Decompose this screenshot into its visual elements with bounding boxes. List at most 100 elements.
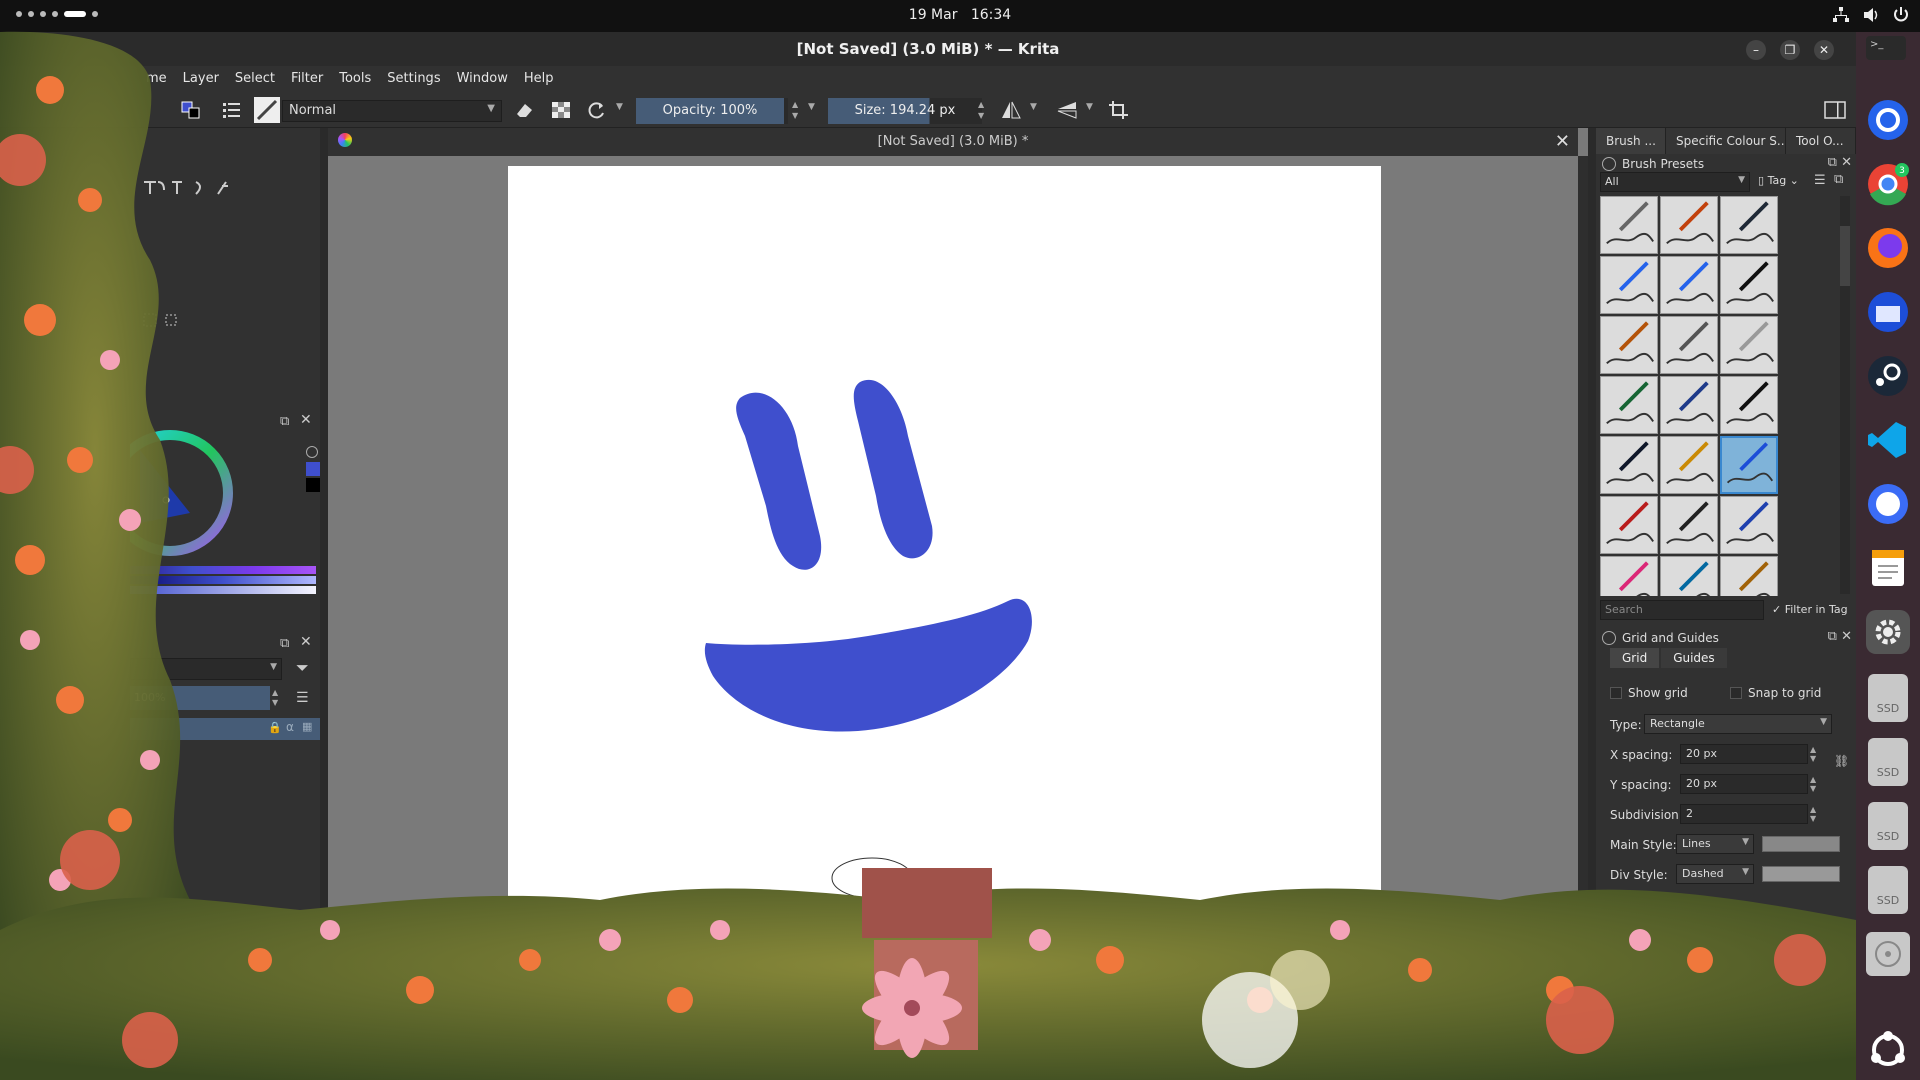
ssd-drive-icon[interactable]: SSD <box>1868 866 1908 914</box>
view-mode-icon[interactable]: ☰ <box>1814 173 1826 188</box>
tag-button[interactable]: ▯ Tag ⌄ <box>1758 174 1799 187</box>
brush-preset-thumbnail[interactable] <box>1720 316 1778 374</box>
show-apps-icon[interactable] <box>1866 1028 1910 1072</box>
subdivision-spinner[interactable]: ▲ ▼ <box>1810 805 1816 823</box>
clock[interactable]: 19 Mar 16:34 <box>0 7 1920 23</box>
network-icon[interactable] <box>1832 6 1850 24</box>
brush-preset-thumbnail[interactable] <box>1720 556 1778 596</box>
show-grid-checkbox[interactable]: Show grid <box>1610 686 1688 700</box>
menu-filter[interactable]: Filter <box>283 71 331 86</box>
link-icon[interactable]: ⛓ <box>1834 754 1849 768</box>
eraser-icon[interactable] <box>514 100 536 120</box>
optical-drive-icon[interactable] <box>1866 932 1910 976</box>
layer-opacity-spinner[interactable]: ▲ ▼ <box>272 688 278 708</box>
color-selector-wheel[interactable] <box>130 428 260 558</box>
opacity-spinner[interactable]: ▲ ▼ <box>792 99 798 121</box>
ssd-drive-icon[interactable]: SSD <box>1868 674 1908 722</box>
subdivision-input[interactable]: 2 <box>1680 804 1808 824</box>
minimize-button[interactable]: – <box>1746 40 1766 60</box>
preserve-alpha-icon[interactable] <box>550 100 572 120</box>
brush-preset-thumbnail[interactable] <box>1600 376 1658 434</box>
preset-search-input[interactable]: Search <box>1600 600 1764 620</box>
tab-tool-options[interactable]: Tool O... <box>1786 128 1856 154</box>
brush-preset-thumbnail[interactable] <box>1600 556 1658 596</box>
filter-in-tag-checkbox[interactable]: ✓ Filter in Tag <box>1772 603 1848 616</box>
maximize-button[interactable]: ❐ <box>1780 40 1800 60</box>
hue-slider[interactable] <box>130 566 316 574</box>
float-docker-icon[interactable]: ⧉ <box>280 636 289 651</box>
close-document-icon[interactable]: ✕ <box>1555 131 1570 152</box>
tab-grid[interactable]: Grid <box>1610 648 1660 668</box>
volume-icon[interactable] <box>1862 6 1880 24</box>
canvas-vertical-scrollbar[interactable] <box>1578 156 1588 938</box>
document-tab[interactable]: [Not Saved] (3.0 MiB) * ✕ <box>328 128 1578 156</box>
y-spacing-input[interactable]: 20 px <box>1680 774 1808 794</box>
window-titlebar[interactable]: [Not Saved] (3.0 MiB) * — Krita – ❐ ✕ <box>0 32 1856 66</box>
brush-preset-thumbnail[interactable] <box>1660 376 1718 434</box>
chevron-down-icon[interactable]: ▼ <box>808 102 815 112</box>
close-button[interactable]: ✕ <box>1814 40 1834 60</box>
menu-settings[interactable]: Settings <box>379 71 448 86</box>
brush-preset-thumbnail[interactable] <box>1720 376 1778 434</box>
menu-image[interactable]: me <box>138 71 175 86</box>
filter-icon[interactable]: ⏷ <box>296 658 309 678</box>
size-slider[interactable]: Size: 194.24 px <box>828 98 982 124</box>
reload-preset-icon[interactable] <box>586 100 608 120</box>
thunderbird-icon[interactable] <box>1866 290 1910 334</box>
x-spacing-input[interactable]: 20 px <box>1680 744 1808 764</box>
y-spacing-spinner[interactable]: ▲ ▼ <box>1810 775 1816 793</box>
background-color-swatch[interactable] <box>306 478 320 492</box>
opacity-slider[interactable]: Opacity: 100% <box>636 98 784 124</box>
chromium-icon[interactable] <box>1866 98 1910 142</box>
close-docker-icon[interactable]: ✕ <box>1841 629 1852 644</box>
brush-preset-icon[interactable] <box>254 97 280 123</box>
ssd-drive-icon[interactable]: SSD <box>1868 802 1908 850</box>
tab-specific-colour-selector[interactable]: Specific Colour S... <box>1666 128 1786 154</box>
snap-to-grid-checkbox[interactable]: Snap to grid <box>1730 686 1821 700</box>
power-icon[interactable] <box>1892 6 1910 24</box>
brush-preset-thumbnail[interactable] <box>1600 196 1658 254</box>
canvas-paper[interactable] <box>508 166 1381 938</box>
main-color-swatch[interactable] <box>1762 836 1840 852</box>
float-docker-icon[interactable]: ⧉ <box>1828 155 1837 170</box>
grid-type-select[interactable]: Rectangle ▼ <box>1644 714 1832 734</box>
tab-guides[interactable]: Guides <box>1661 648 1727 668</box>
close-docker-icon[interactable]: ✕ <box>300 412 312 428</box>
workspace-chooser-icon[interactable] <box>1824 100 1846 120</box>
lock-icon[interactable]: 🔒 <box>268 721 282 734</box>
tab-brush-presets[interactable]: Brush ... <box>1596 128 1666 154</box>
terminal-icon[interactable]: >_ <box>1866 36 1906 60</box>
brush-preset-thumbnail[interactable] <box>1600 496 1658 554</box>
wrap-around-icon[interactable] <box>1108 100 1130 120</box>
layer-row[interactable]: 🔒 α ▦ <box>130 718 320 740</box>
brush-preset-thumbnail[interactable] <box>1660 316 1718 374</box>
preset-scrollbar[interactable] <box>1840 196 1850 594</box>
menu-tools[interactable]: Tools <box>331 71 379 86</box>
text-editor-icon[interactable] <box>1866 546 1910 590</box>
brush-preset-thumbnail[interactable] <box>1720 496 1778 554</box>
steam-icon[interactable] <box>1866 354 1910 398</box>
vscode-icon[interactable] <box>1866 418 1910 462</box>
brush-preset-thumbnail[interactable] <box>1660 556 1718 596</box>
foreground-color-swatch[interactable] <box>306 462 320 476</box>
brush-preset-thumbnail[interactable] <box>1600 436 1658 494</box>
div-style-select[interactable]: Dashed ▼ <box>1676 864 1754 884</box>
brush-preset-thumbnail[interactable] <box>1660 256 1718 314</box>
no-color-icon[interactable] <box>306 446 318 458</box>
signal-icon[interactable] <box>1866 482 1910 526</box>
value-slider[interactable] <box>130 576 316 584</box>
brush-preset-thumbnail[interactable] <box>1720 196 1778 254</box>
brush-preset-thumbnail[interactable] <box>1660 196 1718 254</box>
mirror-horizontal-icon[interactable] <box>1000 100 1022 120</box>
blend-mode-select[interactable]: Normal ▼ <box>282 100 502 122</box>
menu-icon[interactable]: ☰ <box>296 690 309 706</box>
fg-bg-color-icon[interactable] <box>180 100 202 120</box>
chevron-down-icon[interactable]: ▼ <box>1086 102 1093 112</box>
selection-tools-icons[interactable] <box>140 312 200 330</box>
import-preset-icon[interactable]: ⧉ <box>1834 172 1843 187</box>
tool-options-icons[interactable] <box>140 178 260 198</box>
ssd-drive-icon[interactable]: SSD <box>1868 738 1908 786</box>
div-color-swatch[interactable] <box>1762 866 1840 882</box>
main-style-select[interactable]: Lines ▼ <box>1676 834 1754 854</box>
mirror-vertical-icon[interactable] <box>1056 100 1078 120</box>
